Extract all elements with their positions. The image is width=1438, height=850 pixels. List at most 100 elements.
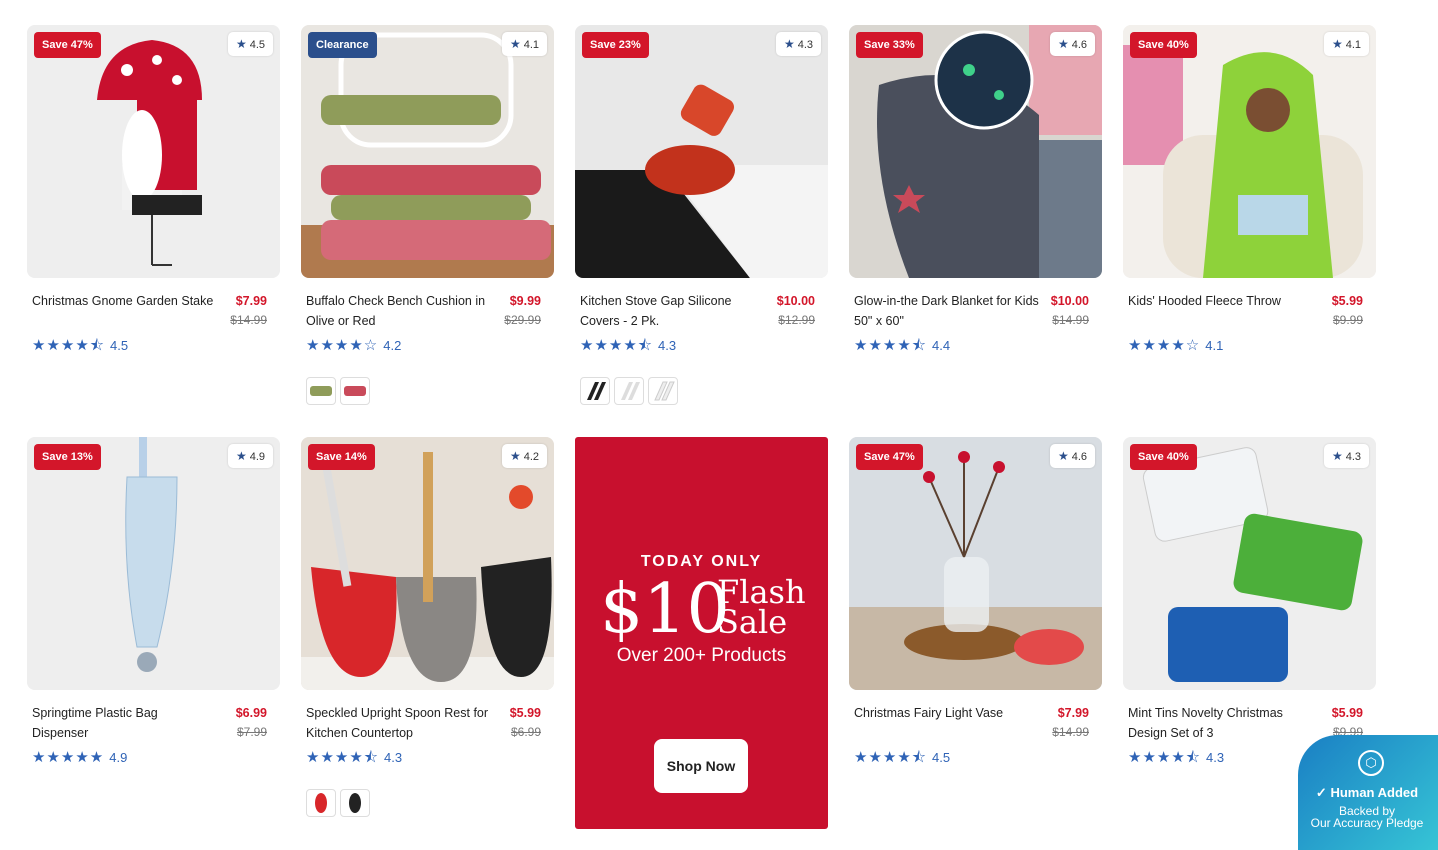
fairy-vase-illustration xyxy=(849,437,1102,690)
promo-subtitle: Over 200+ Products xyxy=(616,645,787,666)
star-rating: ★★★★★ 4.9 xyxy=(32,749,128,766)
pledge-icon: ⬡ xyxy=(1358,750,1384,776)
star-icon: ★ xyxy=(1331,449,1343,463)
product-title[interactable]: Kitchen Stove Gap Silicone Covers - 2 Pk… xyxy=(580,292,765,331)
product-title[interactable]: Buffalo Check Bench Cushion in Olive or … xyxy=(306,292,491,331)
product-card[interactable]: Save 14% ★ 4.2 Speckled Upright Spoon Res… xyxy=(301,437,554,817)
rating-pill: ★ 4.5 xyxy=(227,32,273,56)
save-badge: Save 40% xyxy=(1130,444,1197,470)
product-image[interactable]: Save 40% ★ 4.1 xyxy=(1123,25,1376,278)
original-price: $7.99 xyxy=(236,725,267,739)
shop-now-button[interactable]: Shop Now xyxy=(654,739,748,793)
star-icon: ★ xyxy=(783,37,795,51)
star-icon: ★ xyxy=(235,37,247,51)
star-icon: ★ xyxy=(235,449,247,463)
flash-sale-promo[interactable]: TODAY ONLY $10 Flash Sale Over 200+ Produ… xyxy=(575,437,828,829)
star-rating: ★★★★⯪ 4.3 xyxy=(306,749,403,766)
original-price: $14.99 xyxy=(230,313,267,327)
original-price: $9.99 xyxy=(1332,313,1363,327)
product-image[interactable]: Save 13% ★ 4.9 xyxy=(27,437,280,690)
save-badge: Save 47% xyxy=(34,32,101,58)
rating-pill: ★ 4.1 xyxy=(1323,32,1369,56)
original-price: $6.99 xyxy=(510,725,541,739)
rating-pill: ★ 4.6 xyxy=(1049,444,1095,468)
sale-price: $10.00 xyxy=(776,294,815,308)
product-title[interactable]: Mint Tins Novelty Christmas Design Set o… xyxy=(1128,704,1313,743)
star-rating: ★★★★⯪ 4.3 xyxy=(580,337,677,354)
swatch-red[interactable] xyxy=(340,377,370,405)
product-title[interactable]: Speckled Upright Spoon Rest for Kitchen … xyxy=(306,704,491,743)
swatch-black[interactable] xyxy=(580,377,610,405)
product-image[interactable]: Save 47% ★ 4.5 xyxy=(27,25,280,278)
sale-price: $7.99 xyxy=(235,294,267,308)
product-title[interactable]: Christmas Gnome Garden Stake xyxy=(32,292,217,312)
swatch-red[interactable] xyxy=(306,789,336,817)
product-title[interactable]: Springtime Plastic Bag Dispenser xyxy=(32,704,217,743)
product-card[interactable]: Save 40% ★ 4.3 Mint Tins Novelty Christma… xyxy=(1123,437,1376,767)
product-image[interactable]: Save 14% ★ 4.2 xyxy=(301,437,554,690)
sale-price: $5.99 xyxy=(509,706,541,720)
original-price: $14.99 xyxy=(1052,313,1089,327)
sale-price: $7.99 xyxy=(1057,706,1089,720)
star-rating: ★★★★☆ 4.2 xyxy=(306,337,402,354)
sale-price: $6.99 xyxy=(235,706,267,720)
star-icon: ★ xyxy=(1331,37,1343,51)
accuracy-pledge-badge[interactable]: ⬡ ✓ Human Added Backed by Our Accuracy Pl… xyxy=(1298,735,1438,850)
product-title[interactable]: Kids' Hooded Fleece Throw xyxy=(1128,292,1313,312)
pledge-title: ✓ Human Added xyxy=(1315,785,1419,800)
promo-today-label: TODAY ONLY xyxy=(640,553,763,570)
product-card[interactable]: Save 47% ★ 4.5 Christmas Gnome Garden Sta… xyxy=(27,25,280,355)
promo-amount: $10 xyxy=(600,570,730,649)
save-badge: Save 47% xyxy=(856,444,923,470)
product-card[interactable]: Save 13% ★ 4.9 Springtime Plastic Bag Dis… xyxy=(27,437,280,767)
product-image[interactable]: Save 33% ★ 4.6 xyxy=(849,25,1102,278)
star-rating: ★★★★⯪ 4.4 xyxy=(854,337,951,354)
stove-illustration xyxy=(575,25,828,278)
bag-dispenser-illustration xyxy=(27,437,280,690)
star-rating: ★★★★☆ 4.1 xyxy=(1128,337,1224,354)
check-icon: ✓ xyxy=(1315,785,1331,800)
product-image[interactable]: Clearance ★ 4.1 xyxy=(301,25,554,278)
star-rating: ★★★★⯪ 4.5 xyxy=(854,749,951,766)
star-icon: ★ xyxy=(1057,449,1069,463)
save-badge: Save 13% xyxy=(34,444,101,470)
pledge-caption: Backed by Our Accuracy Pledge xyxy=(1310,804,1424,830)
product-title[interactable]: Glow-in-the Dark Blanket for Kids 50" x … xyxy=(854,292,1039,331)
rating-pill: ★ 4.1 xyxy=(501,32,547,56)
rating-pill: ★ 4.3 xyxy=(775,32,821,56)
bench-illustration xyxy=(301,25,554,278)
swatch-black[interactable] xyxy=(340,789,370,817)
star-rating: ★★★★⯪ 4.5 xyxy=(32,337,129,354)
sale-price: $5.99 xyxy=(1331,706,1363,720)
save-badge: Save 23% xyxy=(582,32,649,58)
product-card[interactable]: Save 47% ★ 4.6 Christmas Fairy Light Vase… xyxy=(849,437,1102,767)
save-badge: Save 40% xyxy=(1130,32,1197,58)
star-icon: ★ xyxy=(1057,37,1069,51)
save-badge: Save 14% xyxy=(308,444,375,470)
product-card[interactable]: Save 40% ★ 4.1 Kids' Hooded Fleece Throw … xyxy=(1123,25,1376,355)
swatch-white[interactable] xyxy=(614,377,644,405)
sale-price: $5.99 xyxy=(1331,294,1363,308)
product-card[interactable]: Clearance ★ 4.1 Buffalo Check Bench Cushi… xyxy=(301,25,554,405)
product-image[interactable]: Save 23% ★ 4.3 xyxy=(575,25,828,278)
promo-flash-sale: Flash Sale xyxy=(717,573,806,641)
sale-price: $10.00 xyxy=(1050,294,1089,308)
star-icon: ★ xyxy=(509,449,521,463)
original-price: $12.99 xyxy=(778,313,815,327)
rating-pill: ★ 4.3 xyxy=(1323,444,1369,468)
fleece-throw-illustration xyxy=(1123,25,1376,278)
rating-pill: ★ 4.6 xyxy=(1049,32,1095,56)
swatch-olive[interactable] xyxy=(306,377,336,405)
save-badge: Save 33% xyxy=(856,32,923,58)
product-title[interactable]: Christmas Fairy Light Vase xyxy=(854,704,1039,724)
original-price: $29.99 xyxy=(504,313,541,327)
gnome-illustration xyxy=(27,25,280,278)
product-card[interactable]: Save 23% ★ 4.3 Kitchen Stove Gap Silicone… xyxy=(575,25,828,405)
original-price: $14.99 xyxy=(1052,725,1089,739)
product-image[interactable]: Save 40% ★ 4.3 xyxy=(1123,437,1376,690)
swatch-clear[interactable] xyxy=(648,377,678,405)
rating-pill: ★ 4.2 xyxy=(501,444,547,468)
product-card[interactable]: Save 33% ★ 4.6 Glow-in-the Dark Blanket f… xyxy=(849,25,1102,355)
star-icon: ★ xyxy=(509,37,521,51)
product-image[interactable]: Save 47% ★ 4.6 xyxy=(849,437,1102,690)
